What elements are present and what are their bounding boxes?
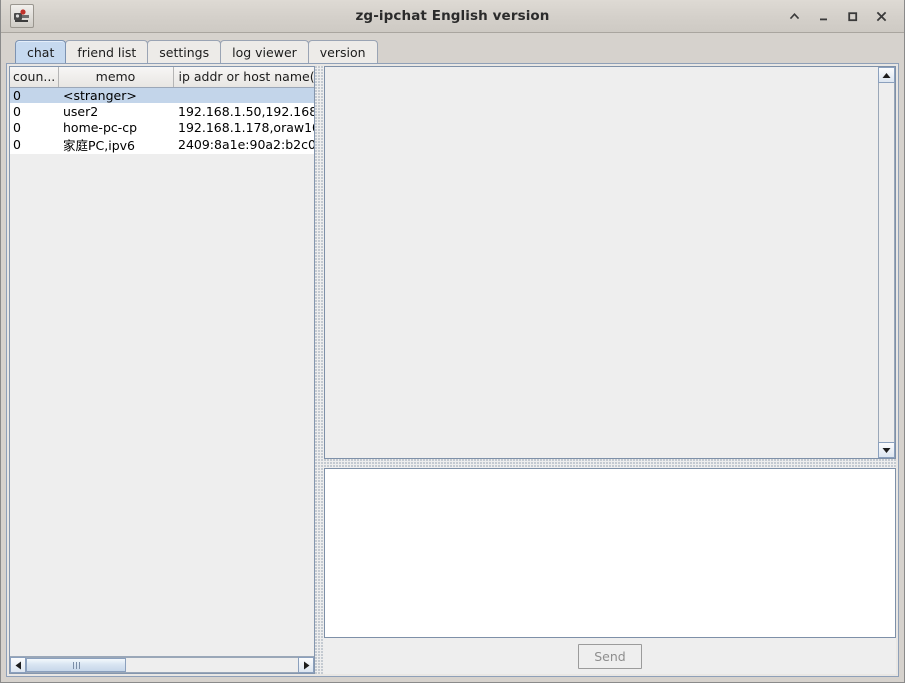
tab-settings[interactable]: settings [147, 40, 222, 63]
maximize-icon [847, 11, 857, 21]
chevron-up-icon [789, 12, 799, 19]
horizontal-splitter[interactable] [324, 459, 896, 468]
tab-friend-list[interactable]: friend list [65, 40, 149, 63]
cell-address: 192.168.1.178,oraw10de [173, 119, 314, 135]
chat-messages-text [325, 67, 878, 458]
send-bar: Send [324, 638, 896, 674]
cell-count: 0 [10, 87, 58, 103]
column-header-memo[interactable]: memo [58, 67, 174, 88]
cell-address: 192.168.1.50,192.168.1.5 [173, 103, 314, 119]
table-row[interactable]: 0 <stranger> [10, 87, 314, 103]
tab-chat[interactable]: chat [15, 40, 67, 63]
chat-tab-panel: coun... memo ip addr or host name(re 0 <… [6, 63, 899, 677]
app-logo-glyph [14, 9, 29, 22]
close-icon [876, 11, 886, 21]
cell-memo: user2 [58, 103, 173, 119]
cell-address [173, 87, 314, 103]
scroll-right-button[interactable] [298, 657, 314, 673]
message-input[interactable] [324, 468, 896, 638]
title-bar[interactable]: zg-ipchat English version [1, 0, 904, 33]
cell-count: 0 [10, 103, 58, 119]
window-title: zg-ipchat English version [355, 8, 550, 24]
chat-vertical-scrollbar[interactable] [878, 67, 895, 458]
thumb-grip-icon [72, 661, 80, 669]
horizontal-scroll-track[interactable] [26, 657, 298, 673]
minimize-icon [819, 18, 827, 20]
vertical-scroll-track[interactable] [878, 83, 895, 442]
contact-table-viewport[interactable]: coun... memo ip addr or host name(re 0 <… [10, 67, 314, 656]
table-header-row: coun... memo ip addr or host name(re [10, 67, 314, 88]
cell-count: 0 [10, 119, 58, 135]
triangle-left-icon [15, 661, 21, 669]
tab-log-viewer-label: log viewer [232, 44, 297, 60]
tab-settings-label: settings [159, 44, 210, 60]
minimize-button[interactable] [816, 9, 830, 23]
triangle-right-icon [303, 661, 309, 669]
tab-version-label: version [319, 44, 366, 60]
cell-memo: home-pc-cp [58, 119, 173, 135]
scroll-down-button[interactable] [878, 442, 895, 458]
cell-address: 2409:8a1e:90a2:b2c0:71 [173, 135, 314, 154]
application-window: zg-ipchat English version chat friend li… [0, 0, 905, 683]
triangle-down-icon [882, 447, 891, 453]
cell-count: 0 [10, 135, 58, 154]
chat-display-area [324, 66, 896, 459]
send-button[interactable]: Send [578, 643, 642, 669]
column-header-count[interactable]: coun... [10, 67, 59, 88]
maximize-button[interactable] [845, 9, 859, 23]
column-header-address[interactable]: ip addr or host name(re [173, 67, 314, 88]
scroll-up-button[interactable] [878, 67, 895, 83]
horizontal-scroll-thumb[interactable] [26, 658, 126, 672]
triangle-up-icon [882, 72, 891, 78]
contact-list-pane: coun... memo ip addr or host name(re 0 <… [9, 66, 315, 674]
app-logo-icon[interactable] [10, 4, 34, 28]
scroll-left-button[interactable] [10, 657, 26, 673]
table-row[interactable]: 0 home-pc-cp 192.168.1.178,oraw10de [10, 119, 314, 135]
conversation-pane: Send [324, 66, 896, 674]
tab-bar: chat friend list settings log viewer ver… [1, 33, 904, 63]
close-button[interactable] [874, 9, 888, 23]
contact-table: coun... memo ip addr or host name(re 0 <… [10, 67, 314, 154]
table-row[interactable]: 0 user2 192.168.1.50,192.168.1.5 [10, 103, 314, 119]
table-row[interactable]: 0 家庭PC,ipv6 2409:8a1e:90a2:b2c0:71 [10, 135, 314, 154]
vertical-splitter[interactable] [315, 66, 324, 674]
tab-version[interactable]: version [307, 40, 378, 63]
tab-friend-list-label: friend list [77, 44, 137, 60]
window-controls [787, 9, 900, 23]
message-compose-area: Send [324, 468, 896, 674]
tab-log-viewer[interactable]: log viewer [220, 40, 309, 63]
cell-memo: <stranger> [58, 87, 173, 103]
contact-list-horizontal-scrollbar[interactable] [10, 656, 314, 673]
cell-memo: 家庭PC,ipv6 [58, 135, 173, 154]
shade-button[interactable] [787, 9, 801, 23]
tab-chat-label: chat [27, 44, 55, 60]
